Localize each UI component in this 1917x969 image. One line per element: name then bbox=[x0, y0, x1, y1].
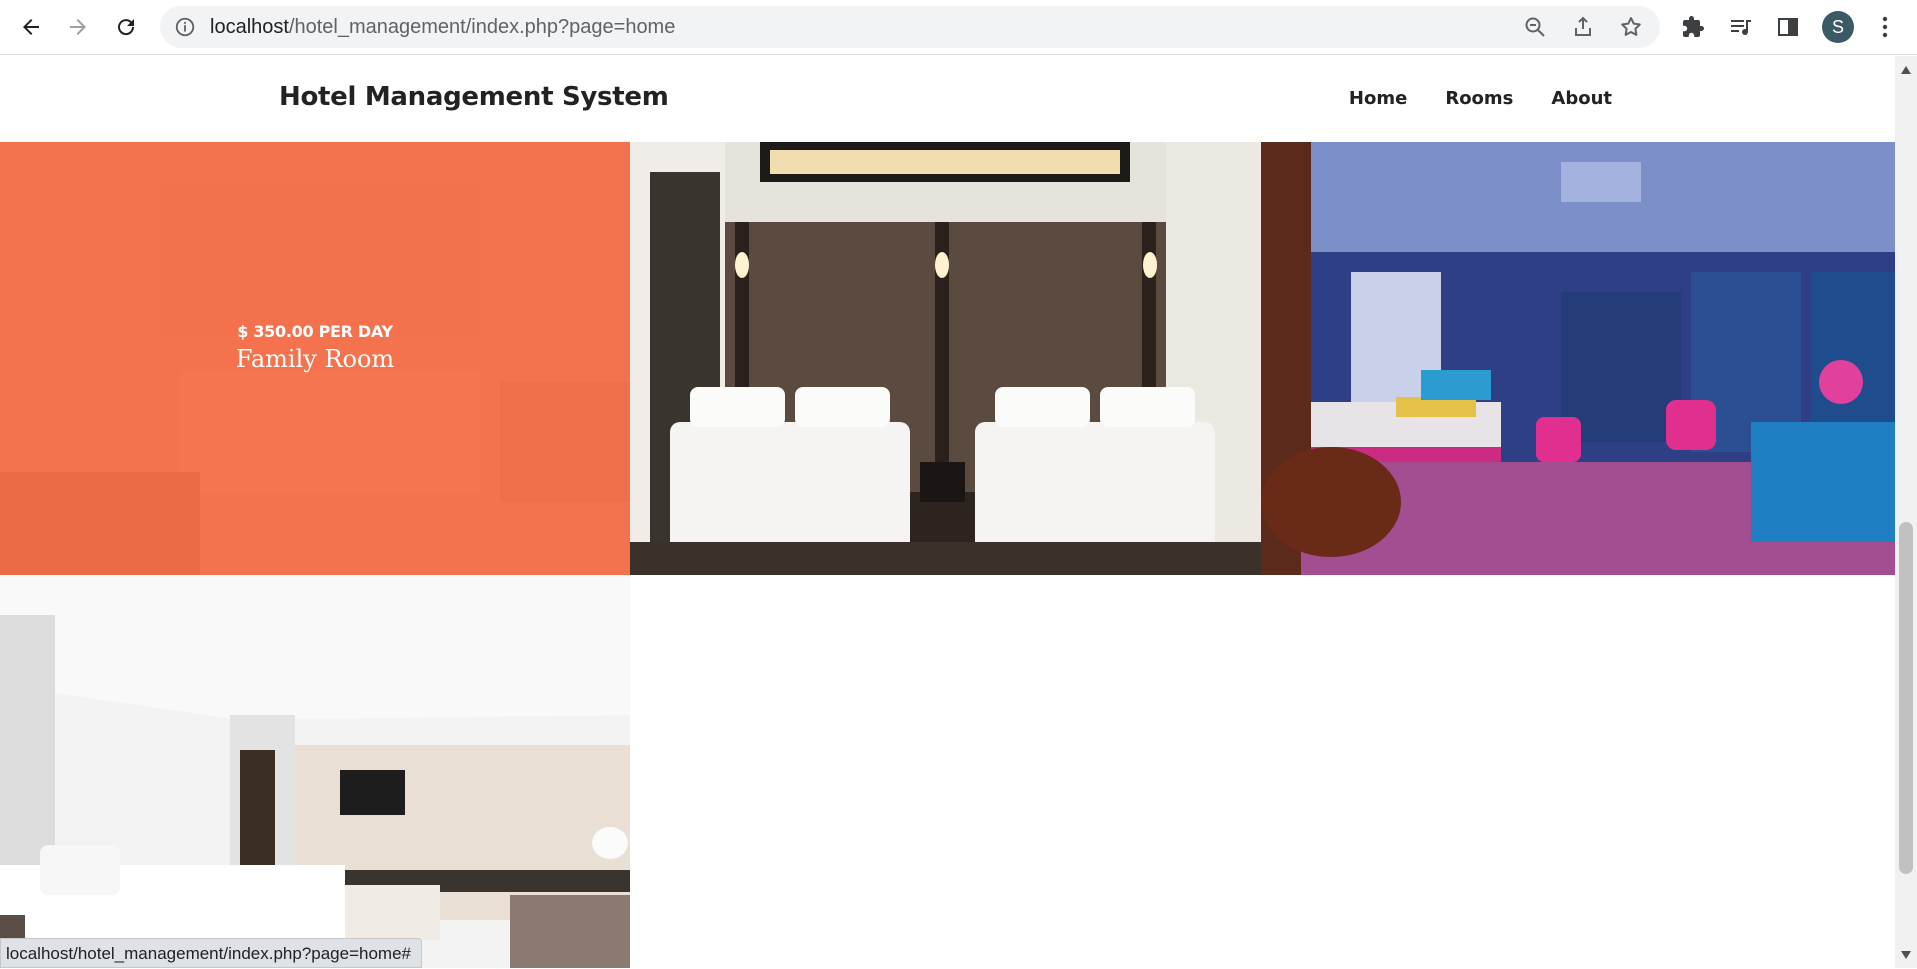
url-path: /hotel_management/index.php?page=home bbox=[288, 16, 676, 38]
room-card-standard[interactable] bbox=[0, 575, 630, 968]
extensions-icon[interactable] bbox=[1681, 15, 1705, 39]
room-name: Family Room bbox=[235, 345, 395, 373]
site-brand[interactable]: Hotel Management System bbox=[279, 82, 669, 112]
room-card-deluxe[interactable] bbox=[1261, 142, 1895, 575]
main-nav: Home Rooms About bbox=[1311, 88, 1612, 109]
page-scrollbar[interactable] bbox=[1895, 56, 1917, 968]
media-icon[interactable] bbox=[1729, 15, 1753, 39]
page-viewport: Hotel Management System Home Rooms About… bbox=[0, 56, 1895, 968]
back-icon[interactable] bbox=[13, 9, 49, 45]
share-icon[interactable] bbox=[1571, 15, 1595, 39]
forward-icon[interactable] bbox=[60, 9, 96, 45]
url-text[interactable]: localhost/hotel_management/index.php?pag… bbox=[210, 6, 675, 48]
address-bar[interactable]: localhost/hotel_management/index.php?pag… bbox=[160, 6, 1660, 48]
room-photo bbox=[0, 575, 630, 968]
info-icon[interactable] bbox=[174, 16, 196, 38]
browser-toolbar: localhost/hotel_management/index.php?pag… bbox=[0, 0, 1917, 55]
scroll-thumb[interactable] bbox=[1899, 522, 1913, 874]
scroll-down-icon[interactable] bbox=[1901, 951, 1911, 959]
scroll-up-icon[interactable] bbox=[1901, 66, 1911, 74]
star-icon[interactable] bbox=[1619, 15, 1643, 39]
nav-rooms[interactable]: Rooms bbox=[1445, 88, 1513, 109]
room-price: $ 350.00 PER DAY bbox=[237, 322, 393, 341]
status-bar-url: localhost/hotel_management/index.php?pag… bbox=[0, 938, 422, 968]
room-photo bbox=[630, 142, 1261, 575]
profile-avatar[interactable]: S bbox=[1822, 11, 1854, 43]
zoom-icon[interactable] bbox=[1523, 15, 1547, 39]
reload-icon[interactable] bbox=[108, 9, 144, 45]
nav-home[interactable]: Home bbox=[1349, 88, 1407, 109]
site-header: Hotel Management System Home Rooms About bbox=[0, 56, 1895, 142]
room-card-family[interactable]: $ 350.00 PER DAY Family Room bbox=[0, 142, 630, 575]
side-panel-icon[interactable] bbox=[1776, 15, 1800, 39]
url-host: localhost bbox=[210, 16, 289, 38]
menu-icon[interactable] bbox=[1873, 13, 1897, 41]
room-caption: $ 350.00 PER DAY Family Room bbox=[0, 322, 630, 373]
room-card-twin[interactable] bbox=[630, 142, 1261, 575]
room-photo bbox=[1261, 142, 1895, 575]
nav-about[interactable]: About bbox=[1551, 88, 1612, 109]
